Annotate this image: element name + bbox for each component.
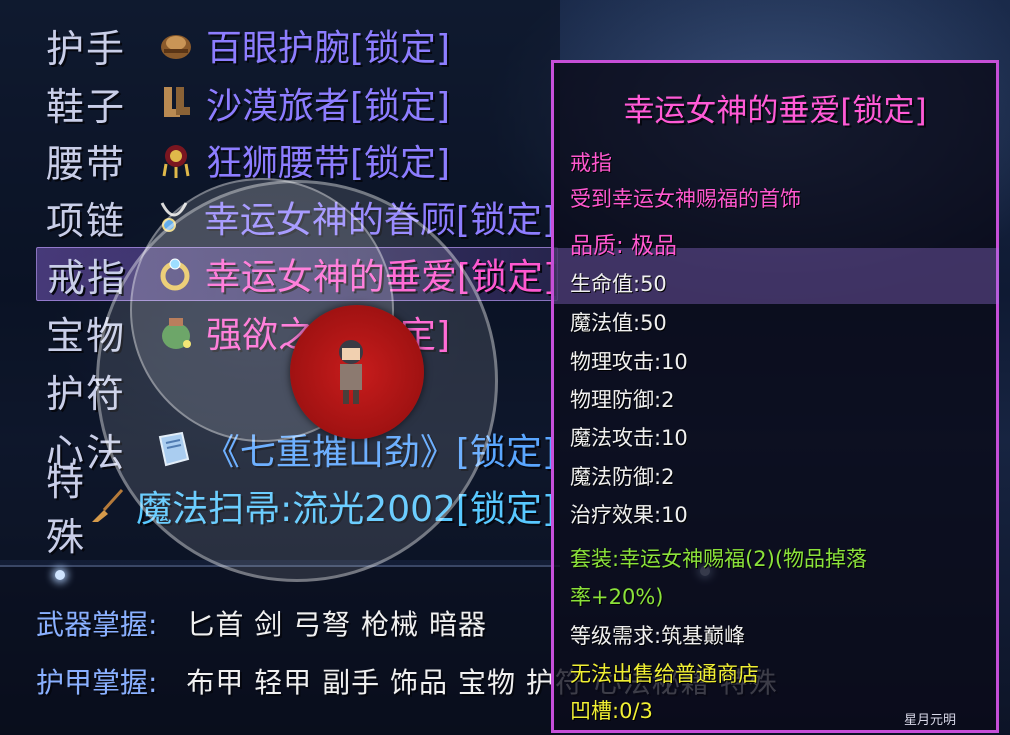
stat-phys-def: 物理防御:2 — [570, 388, 675, 412]
slot-label: 鞋子 — [46, 84, 127, 129]
set-bonus-line2: 率+20%) — [570, 585, 664, 609]
item-name: 沙漠旅者[锁定] — [206, 86, 451, 127]
stat-magic-def: 魔法防御:2 — [570, 465, 675, 489]
equip-row-boots[interactable]: 鞋子 沙漠旅者[锁定] — [36, 77, 556, 129]
broom-icon — [88, 484, 128, 528]
boots-icon — [154, 81, 198, 125]
tooltip-type: 戒指 — [570, 151, 612, 175]
armor-mastery-label: 护甲掌握: — [36, 666, 158, 699]
tooltip-description: 受到幸运女神赐福的首饰 — [570, 187, 801, 211]
stat-phys-atk: 物理攻击:10 — [570, 350, 688, 374]
set-bonus-line1: 套装:幸运女神赐福(2)(物品掉落 — [570, 547, 868, 571]
weapon-mastery: 武器掌握: 匕首 剑 弓弩 枪械 暗器 — [36, 603, 487, 643]
stat-healing: 治疗效果:10 — [570, 503, 688, 527]
sparkle-decoration — [55, 570, 65, 580]
slot-label: 项链 — [46, 198, 127, 243]
tooltip-quality: 品质: 极品 — [570, 233, 678, 259]
slot-label: 腰带 — [46, 141, 127, 186]
bracer-icon — [154, 23, 198, 67]
slot-label: 特殊 — [46, 460, 87, 559]
watermark: 星月元明 — [903, 713, 956, 728]
item-name: 狂狮腰带[锁定] — [206, 143, 451, 184]
stat-hp: 生命值:50 — [570, 272, 667, 296]
weapon-mastery-label: 武器掌握: — [36, 608, 158, 641]
sockets: 凹槽:0/3 — [570, 699, 653, 723]
sell-restriction: 无法出售给普通商店 — [570, 662, 759, 686]
player-avatar-icon — [339, 340, 363, 404]
level-requirement: 等级需求:筑基巅峰 — [570, 624, 746, 648]
belt-icon — [154, 138, 198, 182]
equip-row-bracer[interactable]: 护手 百眼护腕[锁定] — [36, 19, 556, 71]
slot-label: 护手 — [46, 26, 127, 71]
item-name: 百眼护腕[锁定] — [206, 28, 451, 69]
equip-row-belt[interactable]: 腰带 狂狮腰带[锁定] — [36, 134, 556, 186]
tooltip-title: 幸运女神的垂爱[锁定] — [623, 93, 927, 129]
stat-mp: 魔法值:50 — [570, 311, 667, 335]
weapon-mastery-values: 匕首 剑 弓弩 枪械 暗器 — [186, 608, 487, 641]
item-tooltip: 幸运女神的垂爱[锁定] 戒指 受到幸运女神赐福的首饰 品质: 极品 生命值:50… — [551, 60, 999, 733]
stat-magic-atk: 魔法攻击:10 — [570, 426, 688, 450]
mastery-panel: 武器掌握: 匕首 剑 弓弩 枪械 暗器 护甲掌握: 布甲 轻甲 副手 饰品 宝物… — [0, 565, 777, 735]
